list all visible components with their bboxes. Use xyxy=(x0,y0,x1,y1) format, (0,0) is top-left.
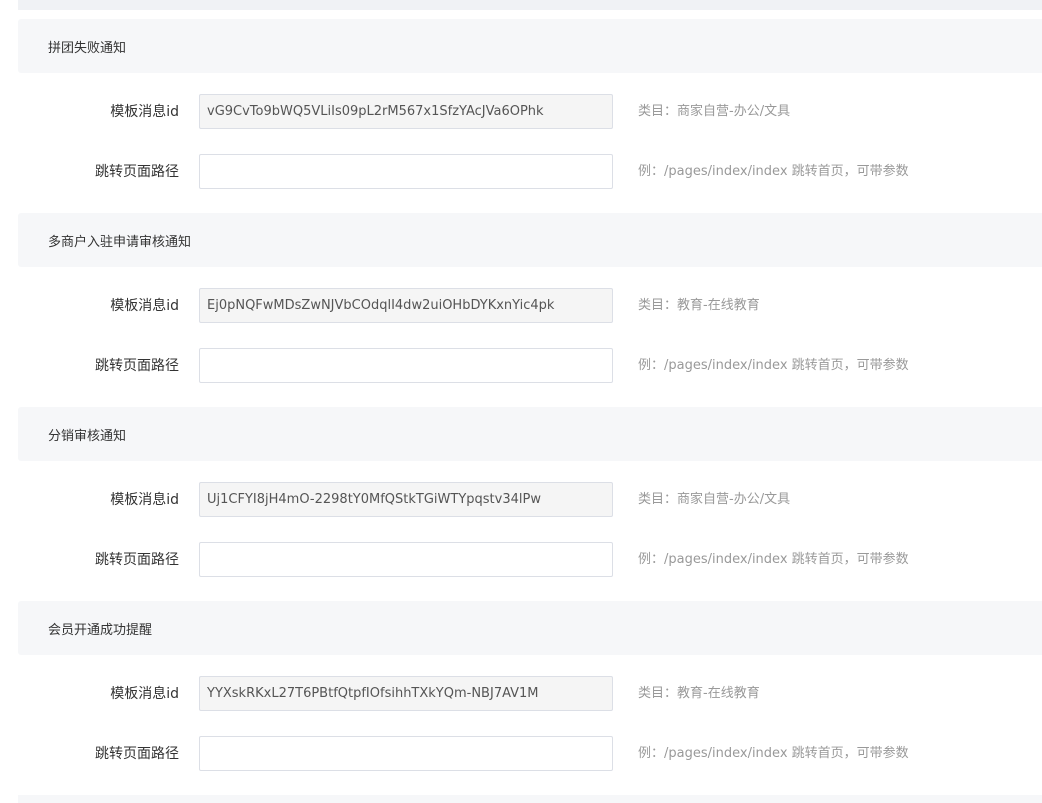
path-row: 跳转页面路径 例：/pages/index/index 跳转首页，可带参数 xyxy=(18,336,1042,396)
section-header: 分销审核通知 xyxy=(18,407,1042,461)
path-input[interactable] xyxy=(199,542,613,577)
left-gutter xyxy=(0,0,18,803)
template-id-row: 模板消息id 类目：商家自营-办公/文具 xyxy=(18,470,1042,530)
path-label: 跳转页面路径 xyxy=(95,552,179,568)
section-header: 多商户入驻申请审核通知 xyxy=(18,213,1042,267)
template-id-row: 模板消息id 类目：教育-在线教育 xyxy=(18,276,1042,336)
path-hint: 例：/pages/index/index 跳转首页，可带参数 xyxy=(638,552,909,567)
template-id-label: 模板消息id xyxy=(110,686,179,702)
template-category-hint: 类目：商家自营-办公/文具 xyxy=(638,492,791,507)
section-header: 拼团失败通知 xyxy=(18,19,1042,73)
path-row: 跳转页面路径 例：/pages/index/index 跳转首页，可带参数 xyxy=(18,142,1042,202)
path-hint: 例：/pages/index/index 跳转首页，可带参数 xyxy=(638,746,909,761)
path-label: 跳转页面路径 xyxy=(95,746,179,762)
section-pintuan-fail: 拼团失败通知 模板消息id 类目：商家自营-办公/文具 跳转页面路径 例：/pa… xyxy=(18,19,1042,202)
settings-page: 拼团失败通知 模板消息id 类目：商家自营-办公/文具 跳转页面路径 例：/pa… xyxy=(0,0,1042,803)
top-strip xyxy=(0,0,1042,10)
template-category-hint: 类目：商家自营-办公/文具 xyxy=(638,104,791,119)
template-id-row: 模板消息id 类目：教育-在线教育 xyxy=(18,664,1042,724)
path-hint: 例：/pages/index/index 跳转首页，可带参数 xyxy=(638,358,909,373)
path-input[interactable] xyxy=(199,348,613,383)
path-row: 跳转页面路径 例：/pages/index/index 跳转首页，可带参数 xyxy=(18,530,1042,590)
template-id-label: 模板消息id xyxy=(110,492,179,508)
section-title: 会员开通成功提醒 xyxy=(48,622,153,638)
path-label: 跳转页面路径 xyxy=(95,164,179,180)
template-id-input[interactable] xyxy=(199,288,613,323)
path-hint: 例：/pages/index/index 跳转首页，可带参数 xyxy=(638,164,909,179)
section-title: 分销审核通知 xyxy=(48,428,127,444)
template-id-label: 模板消息id xyxy=(110,104,179,120)
section-title: 拼团失败通知 xyxy=(48,40,127,56)
section-header: 会员开通成功提醒 xyxy=(18,601,1042,655)
template-category-hint: 类目：教育-在线教育 xyxy=(638,298,760,313)
path-input[interactable] xyxy=(199,154,613,189)
path-input[interactable] xyxy=(199,736,613,771)
section-merchant-apply: 多商户入驻申请审核通知 模板消息id 类目：教育-在线教育 跳转页面路径 例：/… xyxy=(18,213,1042,396)
template-id-input[interactable] xyxy=(199,482,613,517)
next-section-header xyxy=(18,795,1042,803)
section-distribution-review: 分销审核通知 模板消息id 类目：商家自营-办公/文具 跳转页面路径 例：/pa… xyxy=(18,407,1042,590)
template-id-label: 模板消息id xyxy=(110,298,179,314)
section-member-activation: 会员开通成功提醒 模板消息id 类目：教育-在线教育 跳转页面路径 例：/pag… xyxy=(18,601,1042,784)
section-title: 多商户入驻申请审核通知 xyxy=(48,234,192,250)
path-label: 跳转页面路径 xyxy=(95,358,179,374)
template-id-input[interactable] xyxy=(199,94,613,129)
template-id-input[interactable] xyxy=(199,676,613,711)
template-category-hint: 类目：教育-在线教育 xyxy=(638,686,760,701)
path-row: 跳转页面路径 例：/pages/index/index 跳转首页，可带参数 xyxy=(18,724,1042,784)
template-id-row: 模板消息id 类目：商家自营-办公/文具 xyxy=(18,82,1042,142)
